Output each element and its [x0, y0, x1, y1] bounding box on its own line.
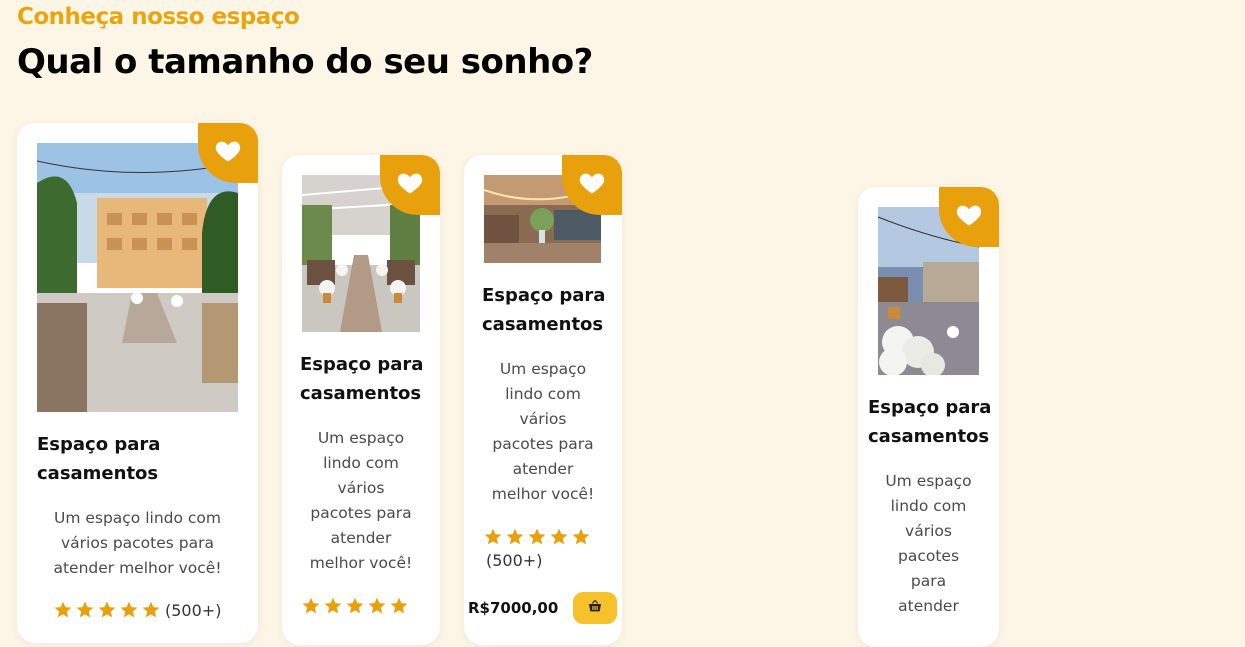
card-title: Espaço para casamentos — [37, 434, 161, 484]
star-icon — [119, 600, 139, 620]
card-title: Espaço para casamentos — [300, 354, 424, 404]
product-card[interactable]: Espaço para casamentos Um espaço lindo c… — [858, 187, 999, 647]
card-title: Espaço para casamentos — [868, 397, 992, 447]
heart-icon — [396, 169, 424, 201]
star-icon — [75, 600, 95, 620]
card-description: Um espaço lindo com vários pacotes para … — [885, 472, 972, 615]
star-icon — [301, 596, 321, 616]
star-icon — [505, 527, 525, 547]
star-icon — [483, 527, 503, 547]
heart-icon — [578, 169, 606, 201]
star-icon — [549, 527, 569, 547]
section-headline: Qual o tamanho do seu sonho? — [17, 42, 593, 82]
rating: (500+) — [53, 600, 221, 620]
star-icon — [389, 596, 409, 616]
product-card[interactable]: Espaço para casamentos Um espaço lindo c… — [464, 155, 622, 645]
star-icon — [367, 596, 387, 616]
heart-icon — [955, 201, 983, 233]
star-icon — [323, 596, 343, 616]
product-card[interactable]: Espaço para casamentos Um espaço lindo c… — [17, 123, 258, 643]
star-icon — [97, 600, 117, 620]
rating — [301, 596, 411, 616]
basket-icon — [587, 598, 603, 618]
star-icon — [527, 527, 547, 547]
rating — [483, 527, 593, 547]
rating-count: (500+) — [165, 600, 222, 620]
product-photo — [37, 143, 238, 412]
add-to-cart-button[interactable] — [573, 592, 617, 624]
card-description: Um espaço lindo com vários pacotes para … — [53, 509, 222, 577]
product-card[interactable]: Espaço para casamentos Um espaço lindo c… — [282, 155, 440, 645]
star-icon — [53, 600, 73, 620]
card-description: Um espaço lindo com vários pacotes para … — [491, 360, 595, 503]
star-icon — [345, 596, 365, 616]
star-icon — [571, 527, 591, 547]
card-description: Um espaço lindo com vários pacotes para … — [309, 429, 413, 572]
heart-icon — [214, 137, 242, 169]
card-title: Espaço para casamentos — [482, 285, 606, 335]
section-eyebrow: Conheça nosso espaço — [17, 4, 300, 30]
star-icon — [141, 600, 161, 620]
price: R$7000,00 — [468, 599, 559, 617]
rating-count: (500+) — [486, 551, 543, 570]
